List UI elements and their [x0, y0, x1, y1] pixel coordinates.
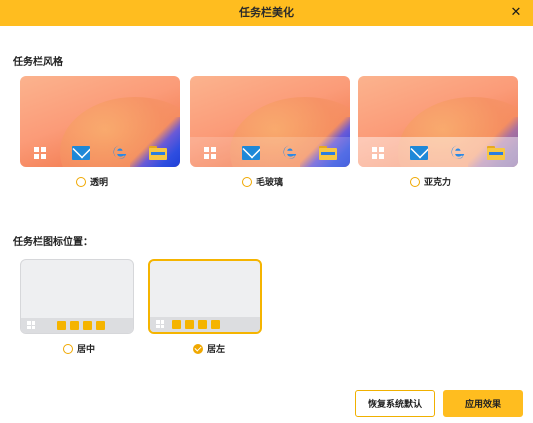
edge-browser-icon: [112, 144, 128, 160]
taskbar-preview: [150, 317, 260, 332]
radio-circle-checked[interactable]: [193, 343, 203, 354]
radio-circle[interactable]: [76, 176, 86, 187]
taskbar-app-icon: [172, 320, 181, 329]
windows-logo-icon: [27, 321, 35, 329]
radio-center[interactable]: 居中: [63, 342, 95, 355]
edge-browser-icon: [282, 144, 298, 160]
restore-default-button[interactable]: 恢复系统默认: [355, 390, 435, 417]
position-card-center[interactable]: [20, 259, 134, 334]
taskbar-preview: [190, 137, 350, 167]
edge-browser-icon: [450, 144, 466, 160]
window-title: 任务栏美化: [239, 6, 294, 19]
mail-icon: [410, 146, 428, 160]
taskbar-app-icon: [211, 320, 220, 329]
apply-button[interactable]: 应用效果: [443, 390, 523, 417]
file-explorer-icon: [149, 146, 167, 160]
taskbar-app-icon: [57, 321, 66, 330]
taskbar-app-icon: [96, 321, 105, 330]
radio-acrylic[interactable]: 亚克力: [410, 175, 451, 188]
taskbar-app-icon: [185, 320, 194, 329]
windows-logo-icon: [156, 320, 164, 328]
file-explorer-icon: [487, 146, 505, 160]
radio-label: 亚克力: [424, 178, 452, 188]
windows-logo-icon: [204, 147, 216, 159]
file-explorer-icon: [319, 146, 337, 160]
radio-label: 毛玻璃: [256, 178, 284, 188]
title-bar: 任务栏美化 ✕: [0, 0, 533, 26]
taskbar-preview: [358, 137, 518, 167]
style-section-title: 任务栏风格: [13, 57, 63, 68]
radio-label: 居中: [77, 345, 96, 355]
radio-frosted[interactable]: 毛玻璃: [242, 175, 283, 188]
radio-circle[interactable]: [410, 176, 420, 187]
taskbar-app-icon: [83, 321, 92, 330]
style-card-acrylic[interactable]: [358, 76, 518, 167]
radio-left[interactable]: 居左: [193, 342, 225, 355]
taskbar-app-icon: [70, 321, 79, 330]
radio-label: 居左: [207, 345, 226, 355]
taskbar-app-icon: [198, 320, 207, 329]
close-icon[interactable]: ✕: [505, 2, 527, 24]
taskbar-preview: [21, 318, 133, 333]
taskbar-preview: [20, 137, 180, 167]
style-card-frosted[interactable]: [190, 76, 350, 167]
radio-transparent[interactable]: 透明: [76, 175, 108, 188]
style-card-transparent[interactable]: [20, 76, 180, 167]
windows-logo-icon: [34, 147, 46, 159]
radio-circle[interactable]: [242, 176, 252, 187]
radio-circle[interactable]: [63, 343, 73, 354]
mail-icon: [72, 146, 90, 160]
windows-logo-icon: [372, 147, 384, 159]
position-section-title: 任务栏图标位置：: [13, 237, 93, 248]
radio-label: 透明: [90, 178, 109, 188]
mail-icon: [242, 146, 260, 160]
position-card-left[interactable]: [148, 259, 262, 334]
